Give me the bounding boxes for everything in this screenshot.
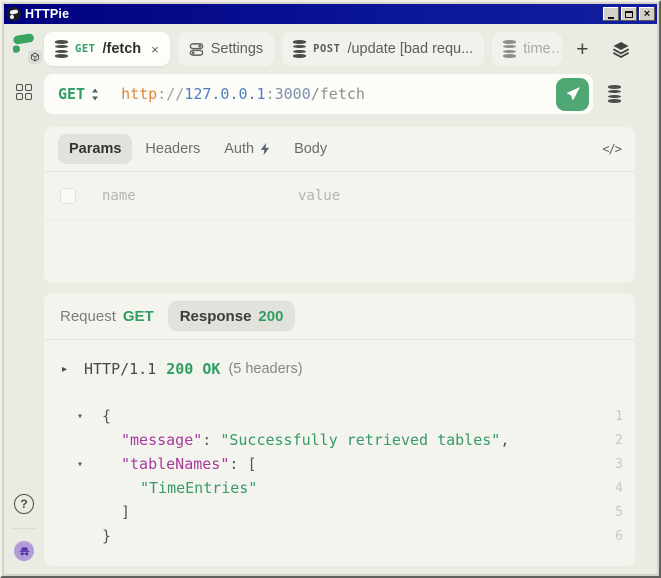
url-path: /fetch bbox=[311, 85, 365, 103]
tab-get-fetch[interactable]: GET /fetch × bbox=[44, 32, 170, 66]
param-name-input[interactable]: name bbox=[102, 188, 298, 204]
param-value-input[interactable]: value bbox=[298, 188, 340, 204]
main-area: GET /fetch × Settings bbox=[44, 24, 657, 574]
url-bar[interactable]: GET http://127.0.0.1:3000/fetch bbox=[44, 74, 593, 114]
protocol: HTTP/1.1 bbox=[84, 360, 156, 378]
url-input[interactable]: http://127.0.0.1:3000/fetch bbox=[121, 85, 556, 103]
question-icon: ? bbox=[20, 497, 27, 511]
url-scheme: http bbox=[121, 85, 157, 103]
grid-icon bbox=[16, 84, 23, 91]
response-body: ▾ { 1 "message": "Successfully retrieved… bbox=[44, 404, 635, 548]
send-button[interactable] bbox=[556, 78, 589, 111]
json-line: "TimeEntries" 4 bbox=[44, 476, 635, 500]
cube-icon bbox=[30, 52, 40, 62]
database-icon bbox=[55, 40, 68, 57]
minimize-button[interactable] bbox=[603, 7, 619, 21]
titlebar[interactable]: HTTPie × bbox=[4, 4, 657, 24]
line-number: 6 bbox=[605, 529, 623, 544]
method-label: GET bbox=[58, 85, 85, 103]
tab-title: time… bbox=[523, 41, 562, 57]
tab-bar: GET /fetch × Settings bbox=[44, 31, 635, 67]
tab-time[interactable]: time… bbox=[492, 32, 562, 66]
close-tab-icon[interactable]: × bbox=[148, 42, 159, 57]
lightning-bolt-icon bbox=[260, 142, 270, 156]
database-icon bbox=[608, 85, 621, 102]
json-line: ▾ "tableNames": [ 3 bbox=[44, 452, 635, 476]
code-view-toggle[interactable]: </> bbox=[602, 142, 621, 156]
httpie-window-icon bbox=[7, 7, 21, 21]
tab-response[interactable]: Response 200 bbox=[168, 301, 296, 331]
response-tabs: Request GET Response 200 bbox=[44, 293, 635, 339]
line-number: 1 bbox=[605, 409, 623, 424]
tab-post-update[interactable]: POST /update [bad requ... bbox=[282, 32, 484, 66]
line-number: 5 bbox=[605, 505, 623, 520]
json-key: "message" bbox=[121, 431, 202, 449]
tab-request[interactable]: Request GET bbox=[60, 301, 154, 331]
app-window: HTTPie × bbox=[0, 0, 661, 578]
json-key: "tableNames" bbox=[121, 455, 229, 473]
request-method-badge: GET bbox=[123, 308, 154, 325]
settings-icon bbox=[189, 42, 204, 57]
environment-badge[interactable] bbox=[28, 50, 42, 64]
tab-title: /fetch bbox=[102, 41, 141, 57]
window-title: HTTPie bbox=[25, 7, 599, 21]
json-string: "TimeEntries" bbox=[140, 479, 257, 497]
request-options-button[interactable] bbox=[593, 85, 635, 102]
tab-method: GET bbox=[75, 43, 95, 55]
collections-button[interactable] bbox=[612, 41, 630, 58]
close-button[interactable]: × bbox=[639, 7, 655, 21]
anonymous-avatar[interactable] bbox=[14, 541, 34, 561]
headers-count: (5 headers) bbox=[228, 361, 302, 377]
maximize-button[interactable] bbox=[621, 7, 637, 21]
response-panel: Request GET Response 200 ▸ HTTP/1.1 200 … bbox=[44, 293, 635, 566]
expand-headers-icon[interactable]: ▸ bbox=[62, 364, 84, 375]
app-body: ? GET bbox=[4, 24, 657, 574]
tab-method: POST bbox=[313, 43, 340, 55]
status-text: 200 OK bbox=[166, 360, 220, 378]
tab-body[interactable]: Body bbox=[283, 134, 338, 164]
tab-headers[interactable]: Headers bbox=[134, 134, 211, 164]
response-status-line: ▸ HTTP/1.1 200 OK (5 headers) bbox=[44, 340, 635, 378]
close-icon: × bbox=[644, 9, 650, 20]
line-number: 4 bbox=[605, 481, 623, 496]
sidebar: ? bbox=[4, 24, 44, 574]
json-string: "Successfully retrieved tables" bbox=[220, 431, 500, 449]
url-port: 3000 bbox=[275, 85, 311, 103]
maximize-icon bbox=[625, 11, 633, 18]
request-tabs: Params Headers Auth Body </> bbox=[44, 127, 635, 171]
sidebar-divider bbox=[12, 528, 36, 529]
tab-params[interactable]: Params bbox=[58, 134, 132, 164]
fold-icon[interactable]: ▾ bbox=[77, 459, 102, 470]
incognito-icon bbox=[18, 545, 31, 558]
database-icon bbox=[293, 40, 306, 57]
json-line: ▾ { 1 bbox=[44, 404, 635, 428]
json-line: } 6 bbox=[44, 524, 635, 548]
tab-auth[interactable]: Auth bbox=[213, 134, 281, 164]
tabs-overview-button[interactable] bbox=[16, 84, 32, 100]
httpie-logo[interactable] bbox=[10, 32, 38, 62]
request-panel: Params Headers Auth Body </> name val bbox=[44, 127, 635, 283]
url-row: GET http://127.0.0.1:3000/fetch bbox=[44, 74, 635, 114]
status-code-badge: 200 bbox=[258, 308, 283, 325]
database-icon bbox=[503, 40, 516, 57]
minimize-icon bbox=[608, 17, 614, 19]
method-select[interactable]: GET bbox=[58, 85, 99, 103]
json-line: ] 5 bbox=[44, 500, 635, 524]
line-number: 3 bbox=[605, 457, 623, 472]
new-tab-button[interactable]: + bbox=[570, 39, 594, 60]
tab-title: /update [bad requ... bbox=[347, 41, 473, 57]
url-host: 127.0.0.1 bbox=[184, 85, 265, 103]
line-number: 2 bbox=[605, 433, 623, 448]
param-row: name value bbox=[44, 172, 635, 220]
chevron-up-down-icon bbox=[91, 88, 99, 101]
paper-plane-icon bbox=[565, 86, 581, 102]
json-line: "message": "Successfully retrieved table… bbox=[44, 428, 635, 452]
tab-settings[interactable]: Settings bbox=[178, 32, 274, 66]
tab-title: Settings bbox=[211, 41, 263, 57]
layers-icon bbox=[612, 41, 630, 58]
param-checkbox[interactable] bbox=[60, 188, 76, 204]
fold-icon[interactable]: ▾ bbox=[77, 411, 102, 422]
help-button[interactable]: ? bbox=[14, 494, 34, 514]
